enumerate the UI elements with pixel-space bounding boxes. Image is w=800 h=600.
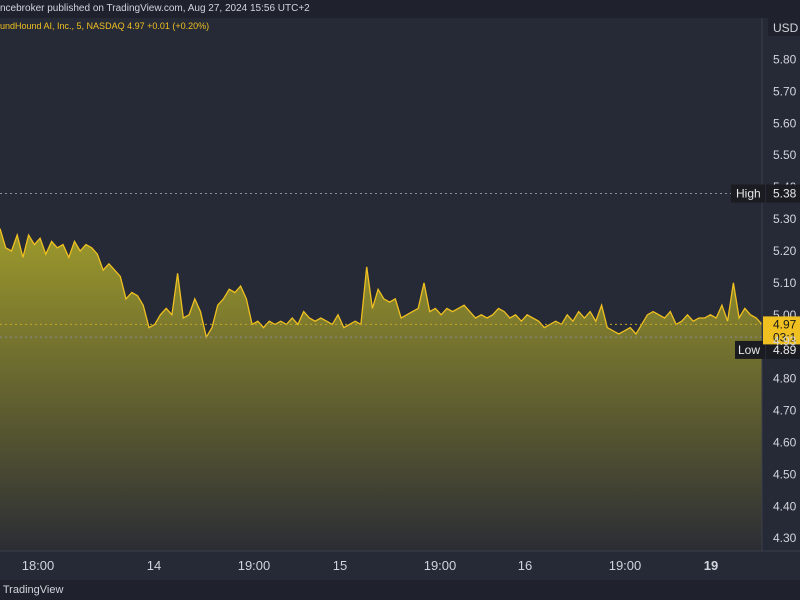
y-tick-label: 4.60: [773, 435, 797, 449]
y-tick-label: 5.20: [773, 244, 797, 258]
x-tick-label: 19:00: [609, 558, 642, 573]
y-tick-label: 5.70: [773, 84, 797, 98]
y-tick-label: 4.70: [773, 404, 797, 418]
currency-label[interactable]: USD: [773, 21, 799, 35]
low-label: Low: [738, 343, 760, 357]
x-axis-ticks: 18:00 14 19:00 15 19:00 16 19:00 19: [22, 558, 719, 573]
y-tick-label: 5.80: [773, 52, 797, 66]
prev-close-value: 4.93: [773, 334, 797, 348]
x-tick-label: 15: [333, 558, 347, 573]
publish-header: ncebroker published on TradingView.com, …: [0, 0, 800, 18]
y-tick-label: 5.50: [773, 148, 797, 162]
x-tick-label: 18:00: [22, 558, 55, 573]
legend-text: undHound AI, Inc., 5, NASDAQ 4.97 +0.01 …: [0, 21, 210, 31]
published-text: ncebroker published on TradingView.com, …: [0, 3, 310, 14]
y-tick-label: 4.50: [773, 467, 797, 481]
x-tick-label: 14: [147, 558, 161, 573]
y-tick-label: 4.40: [773, 499, 797, 513]
x-tick-label: 19: [704, 558, 718, 573]
y-tick-label: 5.30: [773, 212, 797, 226]
y-tick-label: 4.30: [773, 531, 797, 545]
y-tick-label: 4.80: [773, 372, 797, 386]
high-label: High: [736, 187, 761, 201]
x-tick-label: 19:00: [424, 558, 457, 573]
y-tick-label: 5.10: [773, 276, 797, 290]
high-value: 5.38: [773, 187, 797, 201]
x-tick-label: 16: [518, 558, 532, 573]
last-price-value: 4.97: [773, 317, 797, 331]
symbol-legend[interactable]: undHound AI, Inc., 5, NASDAQ 4.97 +0.01 …: [0, 21, 760, 31]
footer-bar: TradingView: [0, 580, 800, 600]
chart-area[interactable]: 5.905.805.705.605.505.405.305.205.105.00…: [0, 18, 800, 580]
x-tick-label: 19:00: [238, 558, 271, 573]
price-chart[interactable]: 5.905.805.705.605.505.405.305.205.105.00…: [0, 18, 800, 580]
footer-brand: TradingView: [2, 584, 64, 596]
y-tick-label: 5.60: [773, 116, 797, 130]
